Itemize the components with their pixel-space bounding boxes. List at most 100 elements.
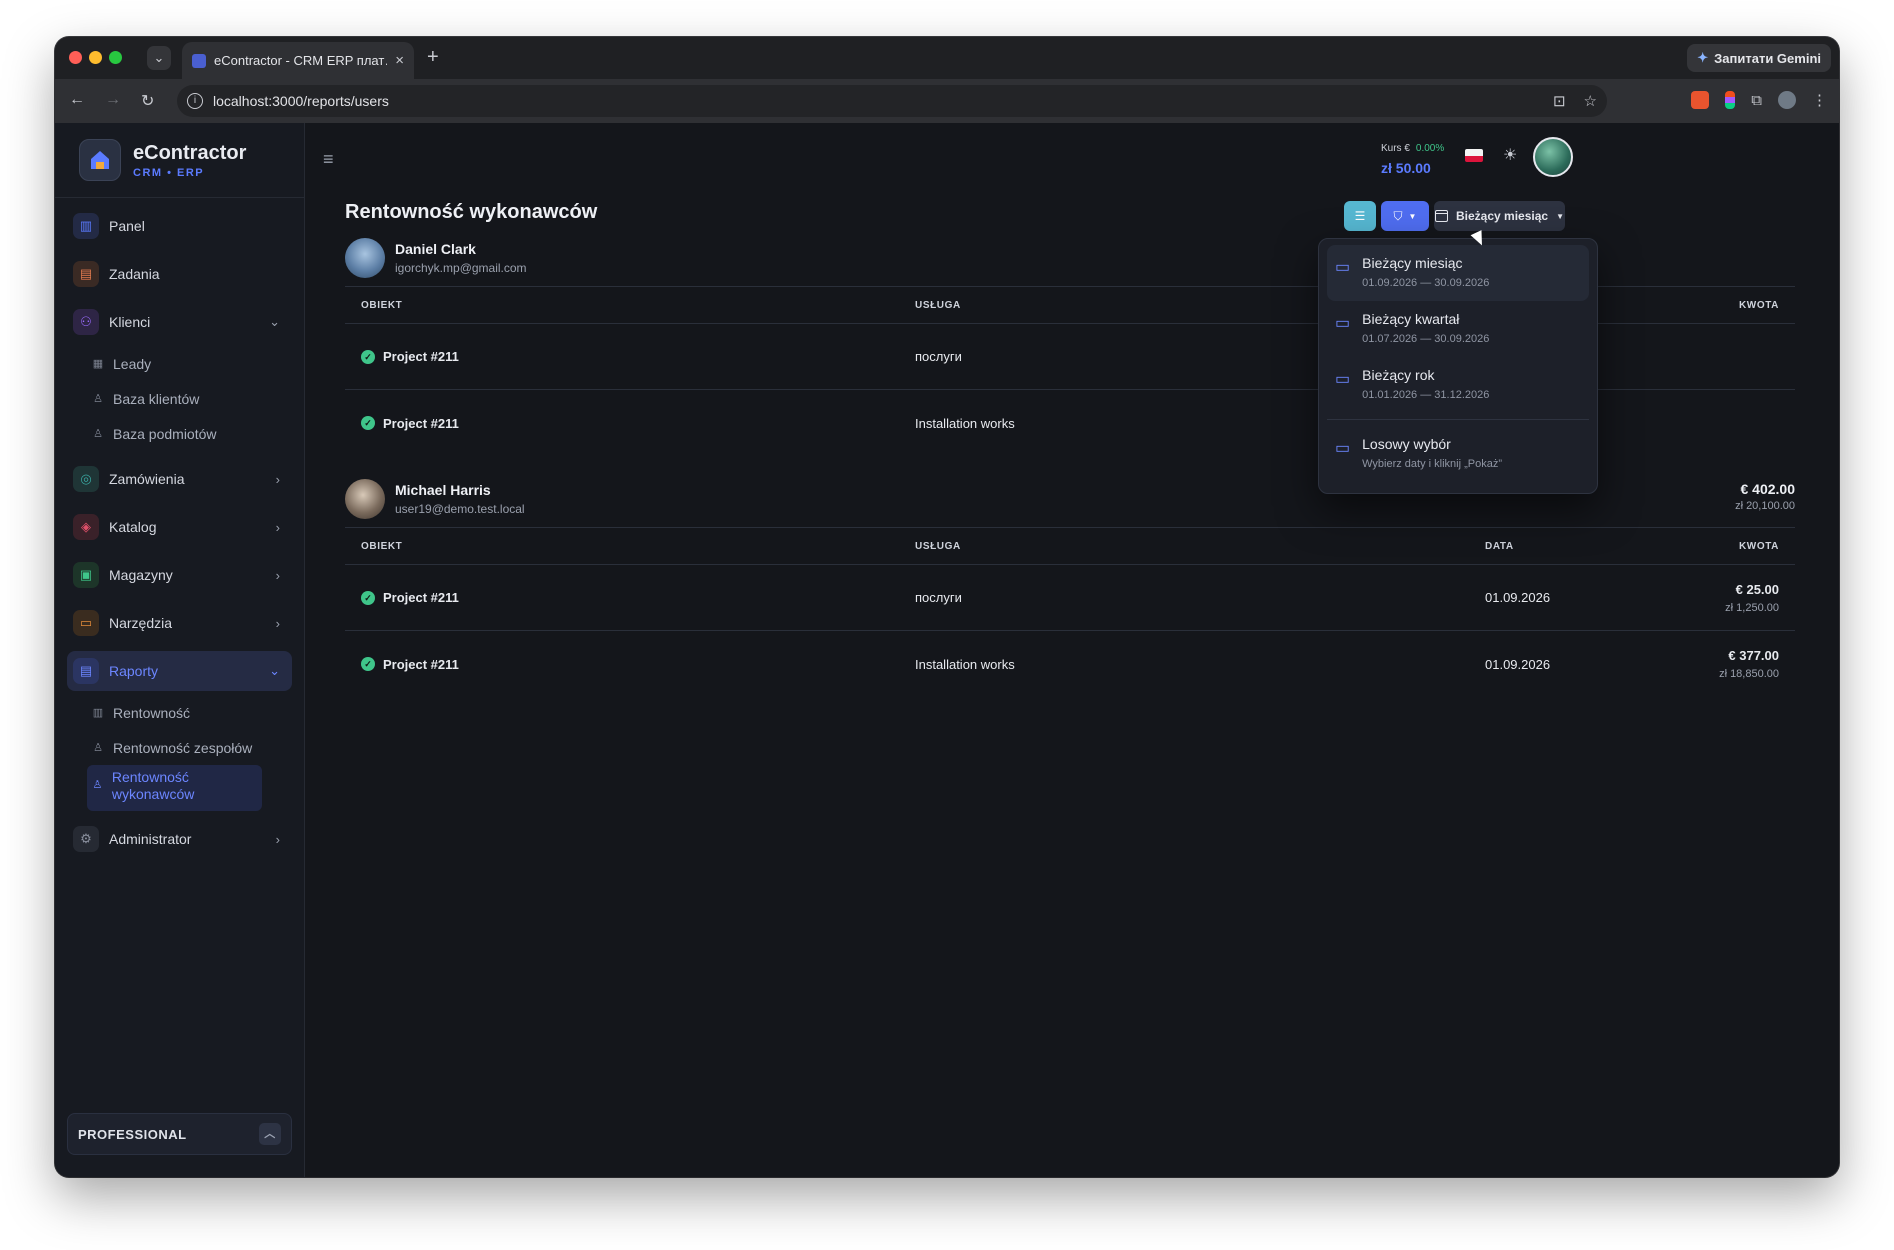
plan-label: PROFESSIONAL bbox=[78, 1126, 187, 1142]
option-dates: 01.09.2026 — 30.09.2026 bbox=[1362, 277, 1490, 289]
chart-icon: ▥ bbox=[73, 213, 99, 239]
new-tab-button[interactable]: + bbox=[427, 46, 439, 69]
check-circle-icon: ✓ bbox=[361, 349, 375, 364]
dropdown-divider bbox=[1327, 419, 1589, 420]
sidebar-item-zamowienia[interactable]: ◎ Zamówienia › bbox=[67, 459, 292, 499]
sidebar-subitem-label: Baza podmiotów bbox=[113, 425, 217, 442]
close-window-button[interactable] bbox=[69, 51, 82, 64]
site-info-icon[interactable]: i bbox=[187, 93, 203, 109]
tab-bar: ⌄ eContractor - CRM ERP плат… × + ✦ Запи… bbox=[55, 37, 1839, 79]
page-title: Rentowność wykonawców bbox=[345, 201, 598, 223]
grid-icon: ▦ bbox=[92, 358, 104, 370]
list-view-button[interactable]: ☰ bbox=[1344, 201, 1376, 231]
gemini-button[interactable]: ✦ Запитати Gemini bbox=[1687, 44, 1831, 72]
column-header-data: DATA bbox=[1485, 540, 1514, 552]
user-avatar[interactable] bbox=[1533, 137, 1573, 177]
chevron-right-icon: › bbox=[275, 567, 280, 583]
sidebar-item-raporty[interactable]: ▤ Raporty ⌄ bbox=[67, 651, 292, 691]
app-root: eContractor CRM • ERP ▥ Panel ▤ Zadania … bbox=[55, 123, 1839, 1177]
filter-button[interactable]: ⛉ ▼ bbox=[1381, 201, 1429, 231]
url-text: localhost:3000/reports/users bbox=[213, 93, 389, 109]
chevron-up-icon[interactable]: ︿ bbox=[259, 1123, 281, 1145]
table-row[interactable]: ✓ Project #211 Installation works 01.09.2… bbox=[345, 631, 1795, 697]
user-icon: ♙ bbox=[92, 779, 103, 791]
sidebar-item-klienci[interactable]: ⚇ Klienci ⌄ bbox=[67, 302, 292, 342]
main-content: ≡ Kurs € 0.00% zł 50.00 ☀ Rentowność wyko… bbox=[305, 123, 1839, 1177]
user-avatar bbox=[345, 238, 385, 278]
brand-name: eContractor bbox=[133, 141, 247, 164]
reload-icon[interactable]: ↻ bbox=[141, 91, 154, 111]
sidebar-subitem-label: Rentowność wykonawców bbox=[111, 769, 195, 802]
forward-arrow-icon[interactable]: → bbox=[105, 91, 121, 109]
sidebar-subitem-leady[interactable]: ▦ Leady bbox=[87, 346, 292, 381]
sidebar-item-zadania[interactable]: ▤ Zadania bbox=[67, 254, 292, 294]
chevron-right-icon: › bbox=[275, 831, 280, 847]
profile-avatar-icon[interactable] bbox=[1778, 91, 1796, 109]
tab-search-chevron-icon[interactable]: ⌄ bbox=[147, 46, 171, 70]
sidebar-item-label: Katalog bbox=[109, 519, 157, 535]
sidebar-item-label: Magazyny bbox=[109, 567, 173, 583]
figma-extension-icon[interactable] bbox=[1725, 91, 1736, 109]
calendar-icon: ▭ bbox=[1335, 259, 1351, 276]
sidebar-subitem-rentownosc-wykonawcow[interactable]: ♙ Rentowność wykonawców bbox=[87, 765, 262, 811]
globe-icon: ◎ bbox=[73, 466, 99, 492]
brand[interactable]: eContractor CRM • ERP bbox=[55, 123, 304, 198]
check-circle-icon: ✓ bbox=[361, 657, 375, 671]
maximize-window-button[interactable] bbox=[109, 51, 122, 64]
minimize-window-button[interactable] bbox=[89, 51, 102, 64]
hamburger-menu-icon[interactable]: ≡ bbox=[323, 149, 334, 170]
sidebar-nav: ▥ Panel ▤ Zadania ⚇ Klienci ⌄ ▦ Leady ♙ Ba… bbox=[55, 198, 304, 875]
period-option-current-quarter[interactable]: ▭ Bieżący kwartał 01.07.2026 — 30.09.2026 bbox=[1327, 301, 1589, 357]
period-option-custom[interactable]: ▭ Losowy wybór Wybierz daty i kliknij „Po… bbox=[1327, 426, 1589, 482]
user-avatar bbox=[345, 479, 385, 519]
address-bar[interactable]: i localhost:3000/reports/users ⊡ ☆ bbox=[177, 85, 1607, 117]
period-option-current-month[interactable]: ▭ Bieżący miesiąc 01.09.2026 — 30.09.2026 bbox=[1327, 245, 1589, 301]
caret-down-icon: ▼ bbox=[1408, 211, 1417, 221]
extension-icon[interactable] bbox=[1691, 91, 1710, 109]
option-dates: 01.01.2026 — 31.12.2026 bbox=[1362, 389, 1490, 401]
calendar-icon: ▭ bbox=[1335, 371, 1351, 388]
sidebar-item-panel[interactable]: ▥ Panel bbox=[67, 206, 292, 246]
bookmark-star-icon[interactable]: ☆ bbox=[1584, 92, 1597, 110]
filter-icon: ⛉ bbox=[1393, 208, 1403, 223]
polish-flag-icon[interactable] bbox=[1465, 149, 1483, 162]
check-circle-icon: ✓ bbox=[361, 416, 375, 430]
sidebar-subitem-rentownosc[interactable]: ▥ Rentowność bbox=[87, 695, 292, 730]
sidebar-subitem-label: Leady bbox=[113, 355, 152, 372]
sidebar-subitem-baza-podmiotow[interactable]: ♙ Baza podmiotów bbox=[87, 416, 292, 451]
app-logo-icon bbox=[79, 139, 121, 181]
sidebar-item-label: Administrator bbox=[109, 831, 192, 847]
period-select-button[interactable]: Bieżący miesiąc ▼ bbox=[1434, 201, 1565, 231]
column-header-kwota: KWOTA bbox=[1738, 299, 1779, 311]
back-arrow-icon[interactable]: ← bbox=[69, 91, 85, 109]
browser-menu-icon[interactable]: ⋮ bbox=[1812, 91, 1827, 109]
install-app-icon[interactable]: ⊡ bbox=[1553, 92, 1566, 110]
sidebar-item-katalog[interactable]: ◈ Katalog › bbox=[67, 507, 292, 547]
period-option-current-year[interactable]: ▭ Bieżący rok 01.01.2026 — 31.12.2026 bbox=[1327, 357, 1589, 413]
option-dates: 01.07.2026 — 30.09.2026 bbox=[1362, 333, 1490, 345]
team-icon: ♙ bbox=[93, 742, 103, 754]
plan-selector[interactable]: PROFESSIONAL ︿ bbox=[67, 1113, 292, 1155]
puzzle-extensions-icon[interactable]: ⧉ bbox=[1751, 92, 1762, 109]
tab-close-icon[interactable]: × bbox=[395, 52, 404, 69]
brand-subtitle: CRM • ERP bbox=[133, 166, 205, 179]
user-section: Michael Harris user19@demo.test.local € … bbox=[345, 479, 1795, 697]
sidebar-item-magazyny[interactable]: ▣ Magazyny › bbox=[67, 555, 292, 595]
calendar-icon bbox=[1435, 210, 1448, 222]
total-eur: € 402.00 bbox=[1740, 481, 1796, 497]
sidebar-item-narzedzia[interactable]: ▭ Narzędzia › bbox=[67, 603, 292, 643]
sidebar-item-administrator[interactable]: ⚙ Administrator › bbox=[67, 819, 292, 859]
project-name: Project #211 bbox=[383, 349, 459, 364]
project-name: Project #211 bbox=[383, 415, 459, 431]
option-title: Bieżący miesiąc bbox=[1362, 255, 1463, 271]
user-email: igorchyk.mp@gmail.com bbox=[395, 261, 527, 275]
theme-toggle-sun-icon[interactable]: ☀ bbox=[1503, 145, 1517, 165]
table-row[interactable]: ✓ Project #211 послуги 01.09.2026 € 25.00… bbox=[345, 565, 1795, 631]
sidebar-item-label: Zamówienia bbox=[109, 471, 185, 487]
sidebar-item-label: Raporty bbox=[109, 663, 159, 679]
table-header: OBIEKT USŁUGA DATA KWOTA bbox=[345, 527, 1795, 565]
warehouse-icon: ▣ bbox=[73, 562, 99, 588]
browser-tab[interactable]: eContractor - CRM ERP плат… × bbox=[182, 42, 414, 79]
sidebar-subitem-rentownosc-zespolow[interactable]: ♙ Rentowność zespołów bbox=[87, 730, 292, 765]
sidebar-subitem-baza-klientow[interactable]: ♙ Baza klientów bbox=[87, 381, 292, 416]
